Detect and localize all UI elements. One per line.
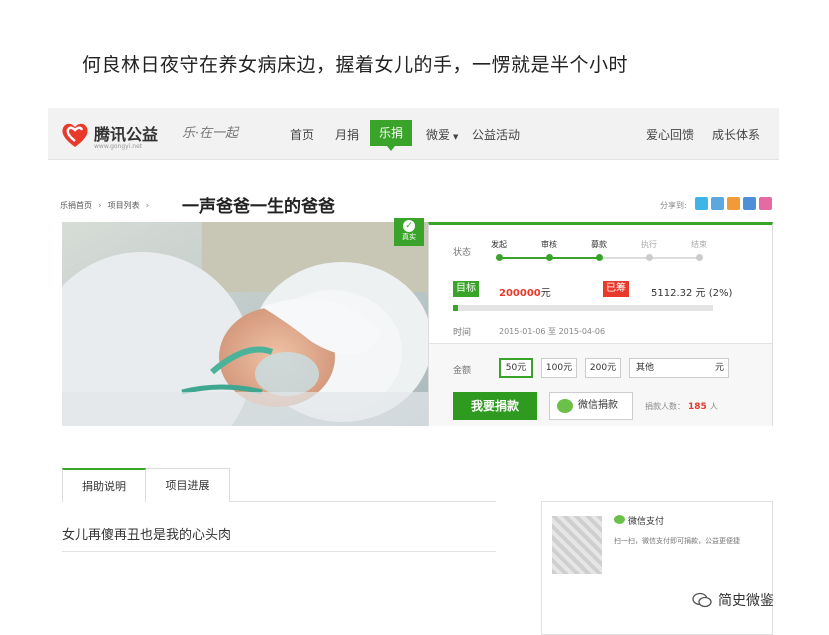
nav-love-feedback[interactable]: 爱心回馈 <box>646 126 694 143</box>
check-icon: ✓ <box>403 220 415 232</box>
verified-label: 真实 <box>402 233 416 241</box>
wechat-donate-label: 微信捐款 <box>578 400 618 411</box>
amount-option-50[interactable]: 50元 <box>499 358 533 378</box>
wechat-pay-card: 微信支付 扫一扫，微信支付即可捐款，公益更便捷 <box>541 501 773 635</box>
funding-progress-bar <box>453 305 713 311</box>
watermark: 简史微鉴 <box>692 590 774 610</box>
stage-dot <box>496 254 503 261</box>
stage-dot <box>696 254 703 261</box>
content-tabs: 捐助说明 项目进展 <box>62 468 496 502</box>
logo-url: www.gongyi.net <box>94 143 143 150</box>
raised-tag: 已筹 <box>603 281 629 297</box>
webpage-screenshot: 腾讯公益 www.gongyi.net 乐·在一起 首页 月捐 乐捐 微爱 ▼ 公… <box>48 108 779 635</box>
wechat-donate-button[interactable]: 微信捐款 <box>549 392 633 420</box>
breadcrumb-home[interactable]: 乐捐首页 <box>60 200 92 211</box>
wechat-pay-desc: 扫一扫，微信支付即可捐款，公益更便捷 <box>614 537 740 545</box>
amount-label: 金额 <box>453 366 472 376</box>
other-amount-unit: 元 <box>714 363 724 373</box>
qr-code-image <box>552 516 602 574</box>
project-title: 一声爸爸一生的爸爸 <box>182 197 335 217</box>
stage-initiate: 发起 <box>491 240 507 249</box>
stage-end: 结束 <box>691 240 707 249</box>
nav-lejuan-active[interactable]: 乐捐 <box>370 120 412 151</box>
stage-dot <box>596 254 603 261</box>
verified-badge: ✓ 真实 <box>394 218 424 246</box>
site-logo[interactable]: 腾讯公益 www.gongyi.net <box>60 119 158 151</box>
goal-amount: 200000元 <box>499 288 551 299</box>
image-caption: 何良林日夜守在养女病床边，握着女儿的手，一愣就是半个小时 <box>82 54 629 76</box>
hospital-photo-image <box>62 222 428 426</box>
stage-dot <box>646 254 653 261</box>
project-photo <box>62 222 428 426</box>
slogan-signature: 乐·在一起 <box>182 126 239 141</box>
goal-tag: 目标 <box>453 281 479 297</box>
more-share-icon[interactable] <box>759 197 772 210</box>
nav-growth-system[interactable]: 成长体系 <box>712 126 760 143</box>
share-label: 分享到: <box>660 201 687 210</box>
amount-option-200[interactable]: 200元 <box>585 358 621 378</box>
stage-dot <box>546 254 553 261</box>
amount-option-100[interactable]: 100元 <box>541 358 577 378</box>
stage-review: 审核 <box>541 240 557 249</box>
chevron-right-icon: › <box>145 200 150 211</box>
section-heading: 女儿再傻再丑也是我的心头肉 <box>62 528 232 543</box>
funding-progress-fill <box>453 305 459 311</box>
stage-fundraising: 募款 <box>591 240 607 249</box>
raised-amount: 5112.32 元 (2%) <box>651 288 733 299</box>
donor-count: 捐款人数： 185 人 <box>645 402 718 412</box>
wechat-icon <box>614 515 625 524</box>
chevron-down-icon: ▼ <box>453 133 459 141</box>
divider <box>62 551 496 552</box>
nav-weiai[interactable]: 微爱 ▼ <box>426 126 458 143</box>
tencent-weibo-share-icon[interactable] <box>711 197 724 210</box>
wechat-pay-title: 微信支付 <box>614 514 664 527</box>
wechat-watermark-icon <box>692 592 712 608</box>
tab-donation-info[interactable]: 捐助说明 <box>62 468 146 502</box>
renren-share-icon[interactable] <box>743 197 756 210</box>
nav-home[interactable]: 首页 <box>290 126 314 143</box>
other-amount-input[interactable]: 其他 元 <box>629 358 729 378</box>
donate-button[interactable]: 我要捐款 <box>453 392 537 420</box>
tab-project-progress[interactable]: 项目进展 <box>146 468 230 502</box>
sina-weibo-share-icon[interactable] <box>727 197 740 210</box>
heart-logo-icon <box>62 123 88 147</box>
breadcrumb-project-list[interactable]: 项目列表 <box>108 200 140 211</box>
breadcrumb: 乐捐首页 › 项目列表 › <box>60 200 155 211</box>
logo-text: 腾讯公益 <box>94 125 159 144</box>
stage-execute: 执行 <box>641 240 657 249</box>
wechat-icon <box>557 399 573 413</box>
qzone-share-icon[interactable] <box>695 197 708 210</box>
time-range: 2015-01-06 至 2015-04-06 <box>499 327 606 336</box>
nav-activities[interactable]: 公益活动 <box>472 126 520 143</box>
chevron-right-icon: › <box>98 200 102 211</box>
other-amount-label: 其他 <box>636 363 655 373</box>
top-nav-bar: 腾讯公益 www.gongyi.net 乐·在一起 首页 月捐 乐捐 微爱 ▼ 公… <box>48 108 779 160</box>
nav-monthly[interactable]: 月捐 <box>335 126 359 143</box>
share-icons <box>695 197 772 210</box>
status-label: 状态 <box>453 248 472 258</box>
time-label: 时间 <box>453 328 472 338</box>
project-info-panel: 状态 发起 审核 募款 执行 结束 目标 200000元 已筹 5112.32 … <box>428 222 773 426</box>
